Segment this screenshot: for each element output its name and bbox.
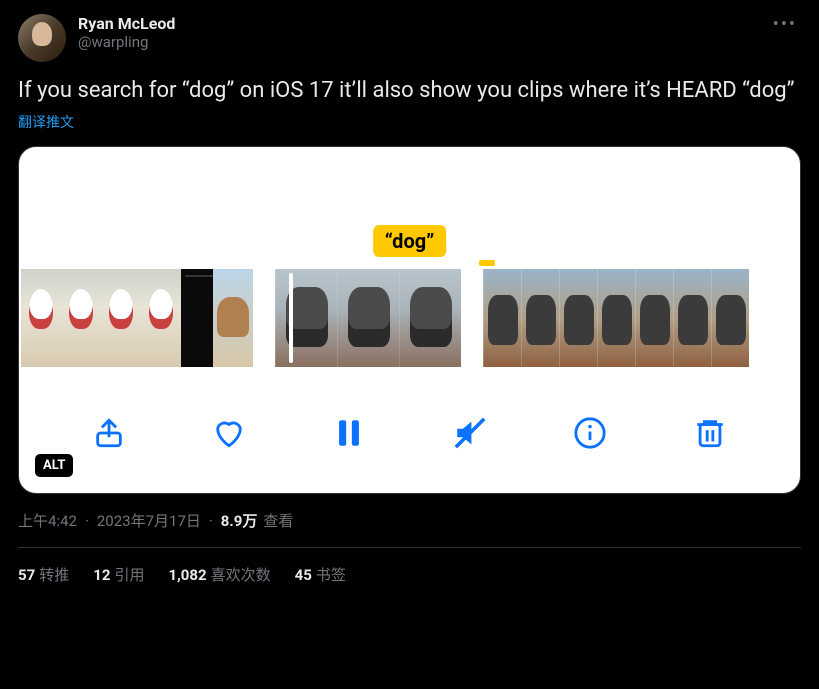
tweet-container: Ryan McLeod @warpling ••• If you search … (0, 0, 819, 601)
bookmarks-stat[interactable]: 45书签 (295, 564, 346, 585)
thumbnail (61, 269, 101, 367)
more-icon[interactable]: ••• (769, 14, 801, 35)
thumbnail (337, 269, 399, 367)
author-names[interactable]: Ryan McLeod @warpling (78, 14, 769, 51)
thumbnail (141, 269, 181, 367)
share-icon[interactable] (87, 411, 131, 455)
thumbnail (483, 269, 521, 367)
handle: @warpling (78, 33, 769, 51)
thumbnail (673, 269, 711, 367)
clip-3 (483, 269, 749, 367)
tweet-text: If you search for “dog” on iOS 17 it’ll … (18, 76, 801, 106)
media-card[interactable]: “dog” xxxxxxxxxxxxxxxxxxxxxxxxxxxxxxxx (18, 146, 801, 494)
tweet-time[interactable]: 上午4:42 (18, 510, 77, 531)
mute-icon[interactable] (448, 411, 492, 455)
thumbnail (399, 269, 461, 367)
thumbnail (559, 269, 597, 367)
player-controls (19, 385, 800, 493)
thumbnail: xxxxxxxxxxxxxxxxxxxxxxxxxxxxxxxx (181, 269, 213, 367)
thumbnail (521, 269, 559, 367)
thumbnail (597, 269, 635, 367)
likes-stat[interactable]: 1,082喜欢次数 (168, 564, 270, 585)
tweet-header: Ryan McLeod @warpling ••• (18, 14, 801, 62)
caption-badge: “dog” (373, 225, 447, 257)
clip-2 (275, 269, 461, 367)
clip-1: xxxxxxxxxxxxxxxxxxxxxxxxxxxxxxxx (21, 269, 253, 367)
views-count: 8.9万 (221, 510, 258, 531)
display-name: Ryan McLeod (78, 14, 769, 33)
heart-icon[interactable] (207, 411, 251, 455)
thumbnail (21, 269, 61, 367)
thumbnail (711, 269, 749, 367)
translate-link[interactable]: 翻译推文 (18, 112, 801, 132)
tweet-meta: 上午4:42 · 2023年7月17日 · 8.9万 查看 (18, 510, 801, 531)
quotes-stat[interactable]: 12引用 (93, 564, 144, 585)
pause-icon[interactable] (327, 411, 371, 455)
avatar[interactable] (18, 14, 66, 62)
trash-icon[interactable] (688, 411, 732, 455)
alt-badge[interactable]: ALT (35, 454, 73, 477)
playhead[interactable] (289, 273, 293, 363)
timeline-marker (479, 260, 495, 266)
thumbnail (101, 269, 141, 367)
thumbnail (635, 269, 673, 367)
retweets-stat[interactable]: 57转推 (18, 564, 69, 585)
views-label: 查看 (263, 510, 293, 531)
video-timeline: xxxxxxxxxxxxxxxxxxxxxxxxxxxxxxxx (19, 269, 800, 367)
thumbnail (275, 269, 337, 367)
thumbnail (213, 269, 253, 367)
tweet-stats: 57转推 12引用 1,082喜欢次数 45书签 (18, 548, 801, 601)
info-icon[interactable] (568, 411, 612, 455)
tweet-date[interactable]: 2023年7月17日 (97, 510, 201, 531)
